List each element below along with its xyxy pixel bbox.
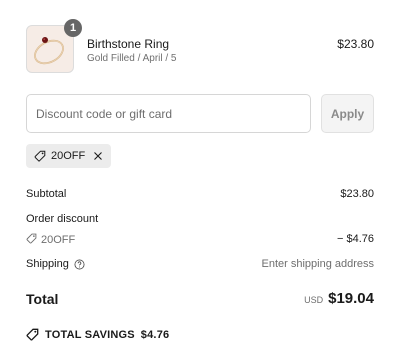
total-label: Total (26, 291, 59, 307)
order-discount-label: Order discount (26, 213, 99, 225)
close-icon (94, 152, 103, 160)
product-name: Birthstone Ring (87, 37, 170, 51)
shipping-value: Enter shipping address (261, 258, 374, 270)
subtotal-label: Subtotal (26, 188, 67, 200)
quantity-badge: 1 (64, 19, 82, 37)
total-price: USD $19.04 (304, 290, 374, 307)
shipping-help-button[interactable] (74, 259, 85, 270)
remove-discount-button[interactable] (93, 151, 103, 161)
applied-discount-chip: 20OFF (26, 144, 112, 168)
tag-icon (34, 150, 46, 162)
tag-icon (26, 233, 37, 247)
product-variant: Gold Filled / April / 5 (87, 53, 177, 64)
total-savings: TOTAL SAVINGS $4.76 (26, 328, 169, 341)
help-circle-icon (74, 259, 85, 269)
discount-code-text: 20OFF (41, 234, 76, 246)
order-discount-code: 20OFF (26, 233, 75, 247)
tag-icon (26, 328, 39, 341)
savings-value: $4.76 (140, 328, 170, 341)
discount-code-input[interactable] (26, 94, 311, 133)
shipping-row: Shipping (26, 258, 85, 270)
apply-button[interactable]: Apply (321, 94, 374, 133)
currency-code: USD (304, 295, 324, 305)
total-amount: $19.04 (328, 290, 374, 307)
shipping-label: Shipping (26, 258, 69, 270)
savings-label: TOTAL SAVINGS (45, 328, 135, 341)
applied-code-label: 20OFF (51, 150, 86, 162)
subtotal-value: $23.80 (340, 188, 374, 200)
discount-value: − $4.76 (336, 233, 374, 245)
product-price: $23.80 (337, 37, 374, 51)
